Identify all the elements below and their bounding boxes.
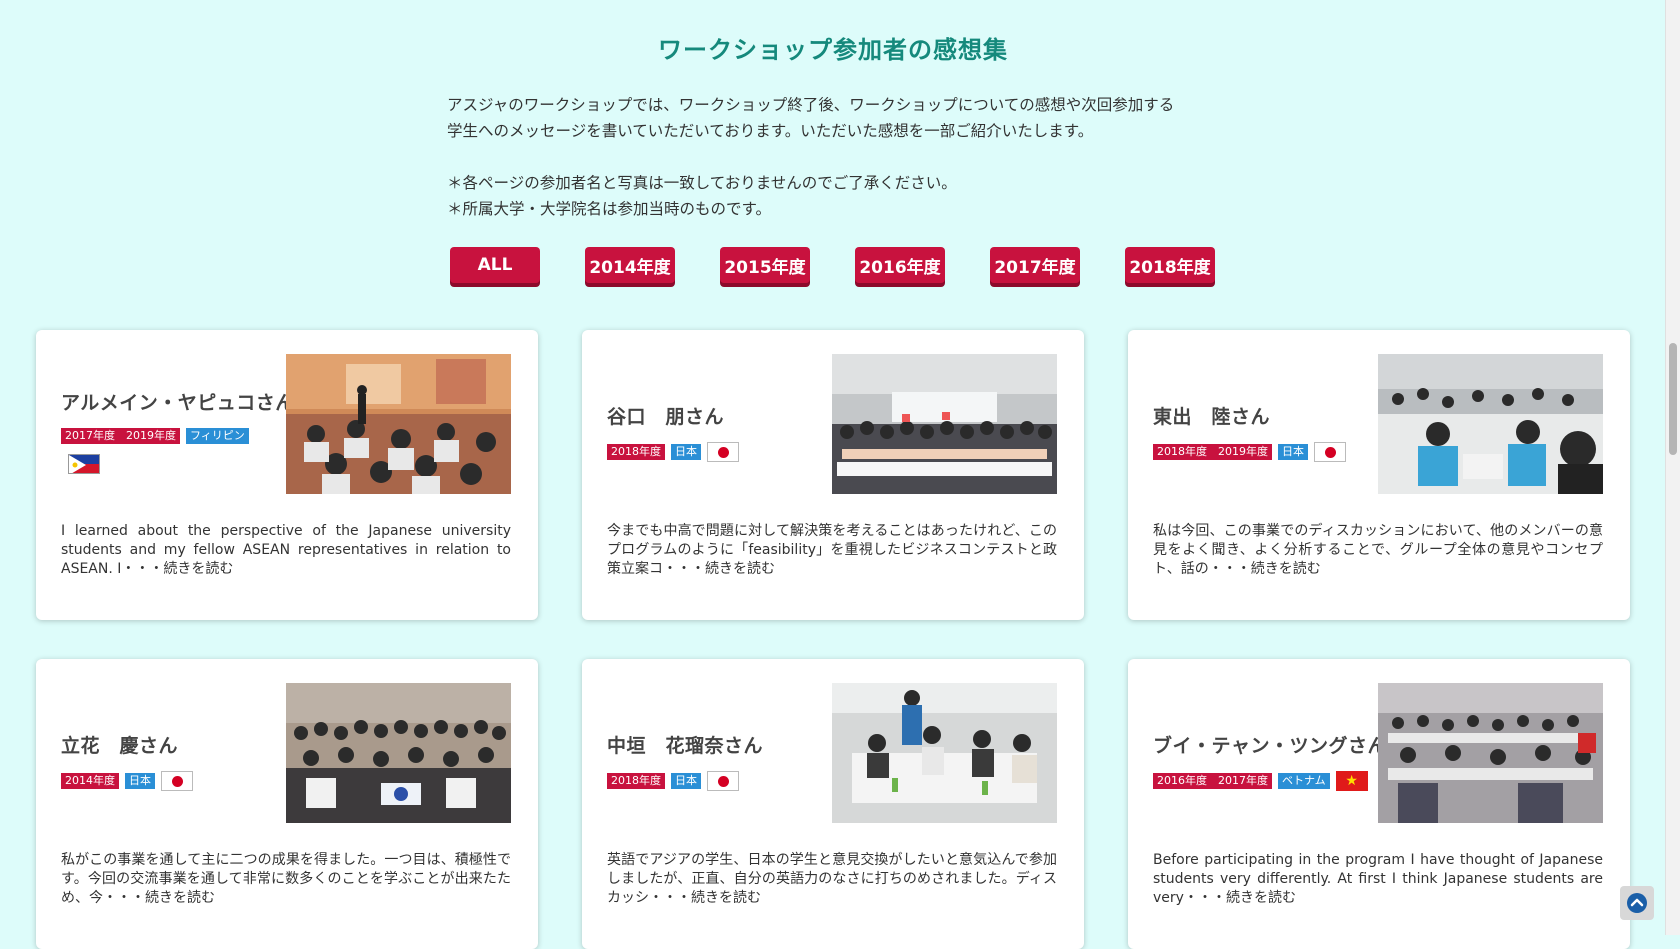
- participant-name: アルメイン・ヤピュコさん: [61, 392, 295, 414]
- japan-flag-icon: [707, 771, 739, 791]
- year-badge: 2017年度 2019年度: [61, 428, 180, 444]
- filter-2014-button[interactable]: 2014年度: [585, 247, 675, 283]
- testimonial-excerpt[interactable]: 私がこの事業を通して主に二つの成果を得ました。一つ目は、積極性です。今回の交流事…: [61, 851, 511, 908]
- chevron-up-circle-icon: [1627, 893, 1647, 913]
- participant-name: 立花 慶さん: [61, 735, 179, 757]
- testimonial-excerpt[interactable]: 英語でアジアの学生、日本の学生と意見交換がしたいと意気込んで参加しましたが、正直…: [607, 851, 1057, 908]
- filter-2016-button[interactable]: 2016年度: [855, 247, 945, 283]
- participant-name: 東出 陸さん: [1153, 406, 1271, 428]
- testimonial-card[interactable]: ブイ・テャン・ツングさん 2016年度 2017年度 ベトナム ★ Before…: [1128, 659, 1630, 949]
- intro-line-1: アスジャのワークショップでは、ワークショップ終了後、ワークショップについての感想…: [447, 96, 1175, 114]
- vietnam-flag-icon: ★: [1335, 771, 1368, 791]
- workshop-photo: [1378, 354, 1603, 494]
- filter-2017-button[interactable]: 2017年度: [990, 247, 1080, 283]
- workshop-photo: [286, 354, 511, 494]
- country-badge: 日本: [671, 773, 701, 789]
- scrollbar-thumb[interactable]: [1669, 343, 1677, 455]
- workshop-photo: [286, 683, 511, 823]
- country-badge: ベトナム: [1278, 773, 1330, 789]
- filter-2015-button[interactable]: 2015年度: [720, 247, 810, 283]
- testimonial-excerpt[interactable]: I learned about the perspective of the J…: [61, 522, 511, 579]
- testimonial-card[interactable]: 谷口 朋さん 2018年度 日本 今までも中高で問題に対して解決策を考えることは…: [582, 330, 1084, 620]
- participant-name: 谷口 朋さん: [607, 406, 725, 428]
- year-badge: 2016年度 2017年度: [1153, 773, 1272, 789]
- philippines-flag-icon: [68, 454, 100, 474]
- testimonial-card[interactable]: 立花 慶さん 2014年度 日本 私がこの事業を通して主に二つの成果を得ました。…: [36, 659, 538, 949]
- testimonial-card[interactable]: アルメイン・ヤピュコさん 2017年度 2019年度 フィリピン I learn…: [36, 330, 538, 620]
- participant-name: ブイ・テャン・ツングさん: [1153, 735, 1388, 757]
- testimonial-excerpt[interactable]: 今までも中高で問題に対して解決策を考えることはあったけれど、このプログラムのよう…: [607, 522, 1057, 579]
- note-line-2: ＊所属大学・大学院名は参加当時のものです。: [447, 200, 771, 218]
- testimonial-card[interactable]: 東出 陸さん 2018年度 2019年度 日本 私は今回、この事業でのディスカッ…: [1128, 330, 1630, 620]
- japan-flag-icon: [161, 771, 193, 791]
- country-badge: 日本: [671, 444, 701, 460]
- year-badge: 2018年度 2019年度: [1153, 444, 1272, 460]
- note-line-1: ＊各ページの参加者名と写真は一致しておりませんのでご了承ください。: [447, 174, 957, 192]
- country-badge: フィリピン: [186, 428, 249, 444]
- country-badge: 日本: [125, 773, 155, 789]
- year-badge: 2014年度: [61, 773, 119, 789]
- intro-text: アスジャのワークショップでは、ワークショップ終了後、ワークショップについての感想…: [447, 92, 1227, 222]
- testimonial-excerpt[interactable]: 私は今回、この事業でのディスカッションにおいて、他のメンバーの意見をよく聞き、よ…: [1153, 522, 1603, 579]
- filter-2018-button[interactable]: 2018年度: [1125, 247, 1215, 283]
- testimonial-excerpt[interactable]: Before participating in the program I ha…: [1153, 851, 1603, 908]
- year-badge: 2018年度: [607, 773, 665, 789]
- japan-flag-icon: [707, 442, 739, 462]
- intro-line-2: 学生へのメッセージを書いていただいております。いただいた感想を一部ご紹介いたしま…: [447, 122, 1094, 140]
- year-badge: 2018年度: [607, 444, 665, 460]
- filter-all-button[interactable]: ALL: [450, 247, 540, 283]
- scroll-to-top-button[interactable]: [1620, 886, 1654, 920]
- japan-flag-icon: [1314, 442, 1346, 462]
- workshop-photo: [832, 683, 1057, 823]
- country-badge: 日本: [1278, 444, 1308, 460]
- participant-name: 中垣 花瑠奈さん: [607, 735, 764, 757]
- page-scrollbar[interactable]: [1665, 0, 1680, 935]
- workshop-photo: [832, 354, 1057, 494]
- workshop-photo: [1378, 683, 1603, 823]
- page-title: ワークショップ参加者の感想集: [658, 36, 1008, 64]
- testimonial-card[interactable]: 中垣 花瑠奈さん 2018年度 日本 英語でアジアの学生、日本の学生と意見交換が…: [582, 659, 1084, 949]
